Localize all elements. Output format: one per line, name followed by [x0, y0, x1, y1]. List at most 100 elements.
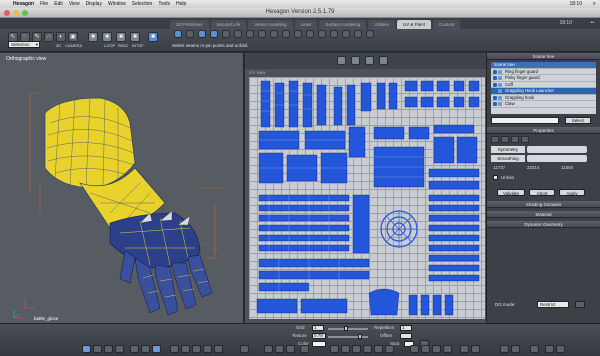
select-button[interactable]: Select — [565, 117, 591, 124]
tab-uv-paint[interactable]: UV & Paint — [396, 20, 431, 29]
dg-mode-dropdown[interactable]: Restrict — [537, 301, 569, 308]
view-two-icon[interactable] — [93, 345, 102, 353]
view-three-icon[interactable] — [115, 345, 124, 353]
scene-search-input[interactable] — [491, 117, 559, 124]
grid-field[interactable]: 1 — [312, 325, 324, 331]
smooth-shade-icon[interactable] — [141, 345, 150, 353]
shadow-icon[interactable] — [181, 345, 190, 353]
grid-toggle-icon[interactable] — [192, 345, 201, 353]
smoothing-field[interactable] — [527, 155, 587, 162]
menu-app[interactable]: Hexagon — [10, 1, 37, 7]
tab-3d-primitives[interactable]: 3D Primitives — [170, 20, 209, 29]
color-swatch[interactable] — [312, 341, 326, 347]
textured-icon[interactable] — [152, 345, 161, 353]
uv-tool-14-icon[interactable] — [330, 30, 338, 38]
tab-surface-modeling[interactable]: Surface modeling — [319, 20, 367, 29]
prop-tool-1-icon[interactable] — [491, 136, 499, 143]
unfold-checkbox[interactable] — [493, 175, 498, 180]
uv-tool-16-icon[interactable] — [354, 30, 362, 38]
camera-icon[interactable]: ▣ — [68, 32, 78, 42]
selection-dropdown[interactable]: Selection ▾ — [8, 41, 40, 48]
symmetry-field[interactable] — [527, 146, 587, 153]
visibility-icon[interactable] — [493, 102, 497, 106]
env-icon[interactable] — [471, 345, 480, 353]
grid-slider[interactable] — [328, 328, 368, 330]
uv-tool-6-icon[interactable] — [234, 30, 242, 38]
uv-tool-2-icon[interactable] — [186, 30, 194, 38]
uv-tool-15-icon[interactable] — [342, 30, 350, 38]
texture-slider-knob[interactable] — [358, 334, 362, 339]
uv-tool-10-icon[interactable] — [282, 30, 290, 38]
label-intsf[interactable]: INTSF — [132, 43, 144, 48]
shading-domains-header[interactable]: Shading Domains — [487, 201, 600, 208]
uv-tool-9-icon[interactable] — [270, 30, 278, 38]
visibility-icon[interactable] — [493, 95, 497, 100]
uv-tool-4-icon[interactable] — [210, 30, 218, 38]
uv-cube-4-icon[interactable] — [379, 56, 388, 65]
redo-icon[interactable] — [511, 345, 520, 353]
magnet-icon[interactable]: ∩ — [44, 32, 54, 42]
more-icon[interactable]: •• — [590, 20, 594, 26]
snap-icon[interactable] — [214, 345, 223, 353]
material-sphere-4-icon[interactable] — [363, 345, 372, 353]
uv-tool-8-icon[interactable] — [258, 30, 266, 38]
help-icon[interactable] — [556, 345, 565, 353]
texture-slider[interactable] — [328, 336, 368, 338]
dg-options-icon[interactable] — [575, 301, 585, 308]
uv-tool-1-icon[interactable] — [174, 30, 182, 38]
light-bulb-icon[interactable] — [410, 345, 419, 353]
light-icon[interactable] — [170, 345, 179, 353]
uv-tool-5-icon[interactable] — [222, 30, 230, 38]
menu-tools[interactable]: Tools — [155, 1, 173, 7]
label-loop[interactable]: LOOP — [104, 43, 115, 48]
menu-edit[interactable]: Edit — [51, 1, 66, 7]
uv-tool-17-icon[interactable] — [366, 30, 374, 38]
scene-item[interactable]: Claw — [491, 101, 596, 108]
menu-display[interactable]: Display — [83, 1, 105, 7]
paint-select-icon[interactable]: ◐ — [56, 32, 66, 42]
tab-utilities[interactable]: Utilities — [368, 20, 395, 29]
uv-viewport[interactable]: UV view — [245, 53, 486, 323]
view-four-icon[interactable] — [104, 345, 113, 353]
visibility-icon[interactable] — [493, 76, 497, 80]
material-sphere-2-icon[interactable] — [341, 345, 350, 353]
spot-light-icon[interactable] — [443, 345, 452, 353]
material-sphere-6-icon[interactable] — [385, 345, 394, 353]
axis-toggle-icon[interactable] — [203, 345, 212, 353]
tab-second-life[interactable]: Second Life — [210, 20, 247, 29]
repetition-field[interactable]: 1 — [400, 325, 412, 331]
menu-file[interactable]: File — [37, 1, 51, 7]
menu-selection[interactable]: Selection — [129, 1, 156, 7]
settings-icon[interactable] — [545, 345, 554, 353]
prop-tool-2-icon[interactable] — [501, 136, 509, 143]
scene-panel-header[interactable]: Scene tree — [487, 53, 600, 60]
uv-cube-1-icon[interactable] — [337, 56, 346, 65]
view-single-icon[interactable] — [82, 345, 91, 353]
visibility-icon[interactable] — [493, 89, 497, 93]
visibility-icon[interactable] — [493, 69, 497, 74]
uv-cube-3-icon[interactable] — [365, 56, 374, 65]
dynamic-geometry-header[interactable]: Dynamic Geometry — [487, 221, 600, 228]
label-ring[interactable]: RING — [118, 43, 128, 48]
camera-view-icon[interactable] — [460, 345, 469, 353]
pan-icon[interactable] — [264, 345, 273, 353]
smoothing-label[interactable]: Smoothing — [491, 155, 525, 162]
tab-vertex-modeling[interactable]: Vertex modeling — [248, 20, 293, 29]
orthographic-viewport[interactable]: Orthographic view battle_glove — [0, 53, 244, 323]
properties-header[interactable]: Properties — [487, 127, 600, 134]
material-sphere-3-icon[interactable] — [352, 345, 361, 353]
symmetry-label[interactable]: Symmetry — [491, 146, 525, 153]
menu-window[interactable]: Window — [105, 1, 129, 7]
material-header[interactable]: Material — [487, 211, 600, 218]
uv-tool-7-icon[interactable] — [246, 30, 254, 38]
visibility-icon[interactable] — [493, 82, 497, 87]
cube-vertex-icon[interactable]: ■ — [102, 32, 112, 42]
cube-all-icon[interactable]: ■ — [148, 32, 158, 42]
grid-slider-knob[interactable] — [344, 326, 348, 331]
zoom-view-icon[interactable] — [286, 345, 295, 353]
cube-edge-icon[interactable]: ■ — [116, 32, 126, 42]
cube-object-icon[interactable]: ■ — [88, 32, 98, 42]
undo-icon[interactable] — [500, 345, 509, 353]
validate-button[interactable]: Validate — [497, 189, 525, 196]
prop-tool-4-icon[interactable] — [521, 136, 529, 143]
